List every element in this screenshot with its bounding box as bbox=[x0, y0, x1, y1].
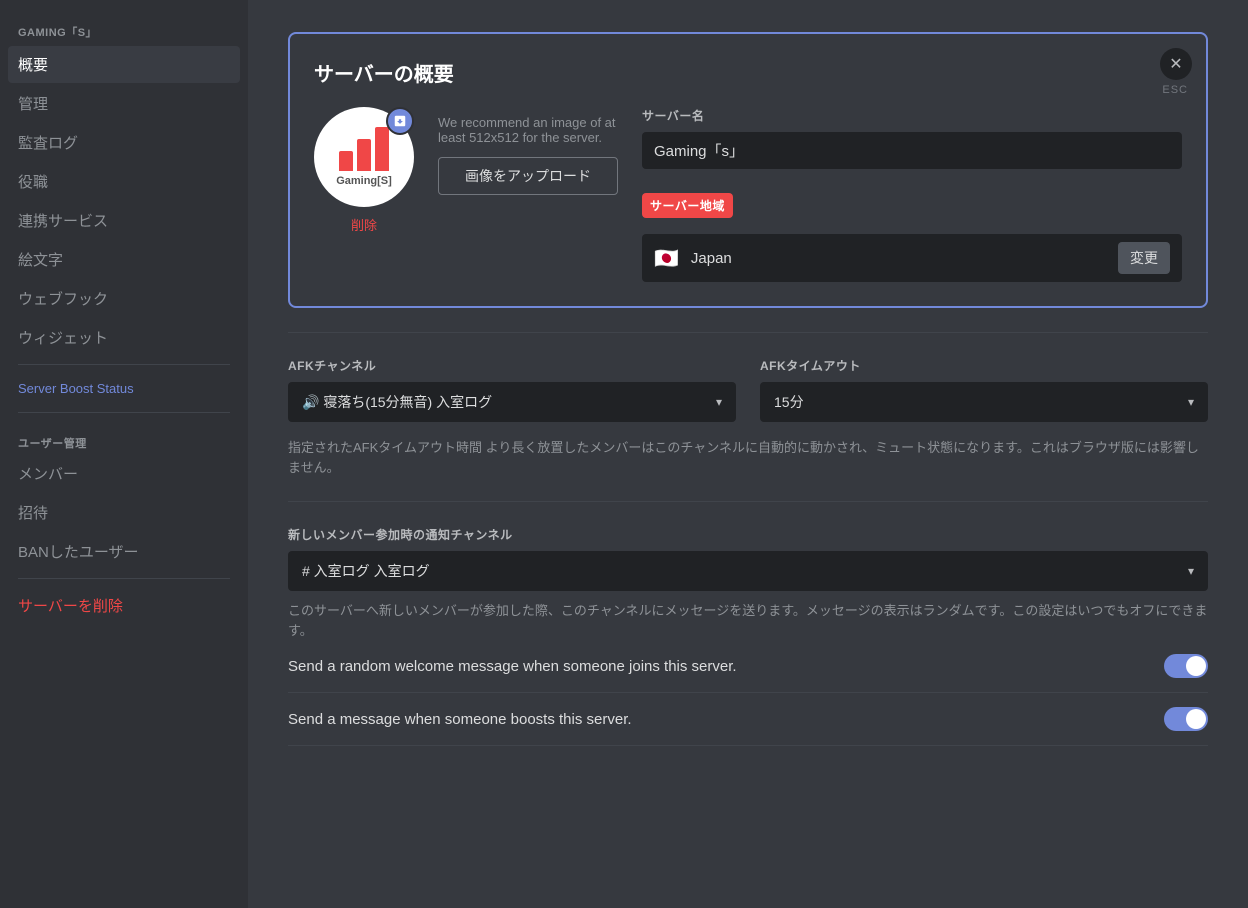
afk-channel-value: 🔊 寝落ち(15分無音) 入室ログ bbox=[302, 392, 492, 412]
sidebar-item-gaiyou[interactable]: 概要 bbox=[8, 46, 240, 83]
esc-label: ESC bbox=[1162, 84, 1188, 96]
server-name-section: サーバー名 サーバー地域 🇯🇵 Japan 変更 bbox=[642, 107, 1182, 282]
toggle-1[interactable] bbox=[1164, 654, 1208, 678]
close-button[interactable]: ✕ bbox=[1160, 48, 1192, 80]
delete-icon-link[interactable]: 削除 bbox=[314, 215, 414, 234]
afk-timeout-chevron-icon: ▾ bbox=[1188, 395, 1194, 409]
sidebar-item-webhook[interactable]: ウェブフック bbox=[8, 280, 240, 317]
toggle-row-2: Send a message when someone boosts this … bbox=[288, 693, 1208, 746]
afk-channel-chevron-icon: ▾ bbox=[716, 395, 722, 409]
image-hint: We recommend an image of at least 512x51… bbox=[438, 115, 618, 145]
sidebar-divider-2 bbox=[18, 412, 230, 413]
bar-1 bbox=[339, 151, 353, 171]
afk-timeout-field: AFKタイムアウト 15分 ▾ bbox=[760, 357, 1208, 422]
afk-timeout-dropdown[interactable]: 15分 ▾ bbox=[760, 382, 1208, 422]
toggle-2-label: Send a message when someone boosts this … bbox=[288, 711, 632, 728]
afk-section-divider bbox=[288, 332, 1208, 333]
afk-channel-label: AFKチャンネル bbox=[288, 357, 736, 374]
afk-timeout-label: AFKタイムアウト bbox=[760, 357, 1208, 374]
upload-icon-button[interactable] bbox=[386, 107, 414, 135]
server-icon-bars bbox=[339, 127, 389, 171]
sidebar-item-renkei[interactable]: 連携サービス bbox=[8, 202, 240, 239]
bar-3 bbox=[375, 127, 389, 171]
toggle-1-label: Send a random welcome message when someo… bbox=[288, 658, 737, 675]
new-member-section: 新しいメンバー参加時の通知チャンネル # 入室ログ 入室ログ ▾ このサーバーへ… bbox=[288, 526, 1208, 746]
sidebar-item-boost[interactable]: Server Boost Status bbox=[8, 373, 240, 404]
new-member-channel-value: # 入室ログ 入室ログ bbox=[302, 561, 430, 581]
sidebar-item-kanri[interactable]: 管理 bbox=[8, 85, 240, 122]
afk-channel-dropdown[interactable]: 🔊 寝落ち(15分無音) 入室ログ ▾ bbox=[288, 382, 736, 422]
upload-image-button[interactable]: 画像をアップロード bbox=[438, 157, 618, 195]
server-icon-label: Gaming[S] bbox=[336, 175, 392, 187]
sidebar-item-members[interactable]: メンバー bbox=[8, 455, 240, 492]
panel-title: サーバーの概要 bbox=[314, 58, 1182, 87]
afk-section-row: AFKチャンネル 🔊 寝落ち(15分無音) 入室ログ ▾ AFKタイムアウト 1… bbox=[288, 357, 1208, 422]
overview-panel-container: サーバーの概要 Gaming[S] bbox=[288, 32, 1208, 308]
new-member-channel-chevron-icon: ▾ bbox=[1188, 564, 1194, 578]
sidebar-divider-3 bbox=[18, 578, 230, 579]
region-row-wrapper: 🇯🇵 Japan 変更 bbox=[642, 234, 1182, 282]
server-name-label: GAMING「S」 bbox=[8, 16, 240, 46]
sidebar: GAMING「S」 概要 管理 監査ログ 役職 連携サービス 絵文字 ウェブフッ… bbox=[0, 0, 248, 908]
bar-2 bbox=[357, 139, 371, 171]
region-row: 🇯🇵 Japan 変更 bbox=[642, 234, 1182, 282]
japan-flag-icon: 🇯🇵 bbox=[654, 246, 679, 271]
overview-body: Gaming[S] 削除 We recommend an image of at… bbox=[314, 107, 1182, 282]
sidebar-item-widget[interactable]: ウィジェット bbox=[8, 319, 240, 356]
new-member-section-divider bbox=[288, 501, 1208, 502]
sidebar-item-delete-server[interactable]: サーバーを削除 bbox=[8, 587, 240, 624]
new-member-channel-dropdown[interactable]: # 入室ログ 入室ログ ▾ bbox=[288, 551, 1208, 591]
sidebar-item-banned[interactable]: BANしたユーザー bbox=[8, 533, 240, 570]
server-region-field-label: サーバー地域 bbox=[642, 193, 733, 218]
server-name-field-label: サーバー名 bbox=[642, 107, 1182, 124]
main-content: サーバーの概要 Gaming[S] bbox=[248, 0, 1248, 908]
region-section: サーバー地域 🇯🇵 Japan 変更 bbox=[642, 193, 1182, 282]
sidebar-item-yakushoku[interactable]: 役職 bbox=[8, 163, 240, 200]
sidebar-item-kansa-log[interactable]: 監査ログ bbox=[8, 124, 240, 161]
user-management-section-label: ユーザー管理 bbox=[8, 421, 240, 455]
server-icon-wrapper: Gaming[S] 削除 bbox=[314, 107, 414, 234]
overview-panel: サーバーの概要 Gaming[S] bbox=[288, 32, 1208, 308]
afk-hint-text: 指定されたAFKタイムアウト時間 より長く放置したメンバーはこのチャンネルに自動… bbox=[288, 438, 1208, 477]
new-member-channel-wrapper: # 入室ログ 入室ログ ▾ bbox=[288, 551, 1208, 591]
toggle-2[interactable] bbox=[1164, 707, 1208, 731]
server-name-input[interactable] bbox=[642, 132, 1182, 169]
change-region-button[interactable]: 変更 bbox=[1118, 242, 1170, 274]
upload-section: We recommend an image of at least 512x51… bbox=[438, 107, 618, 195]
new-member-hint-text: このサーバーへ新しいメンバーが参加した際、このチャンネルにメッセージを送ります。… bbox=[288, 601, 1208, 640]
afk-timeout-value: 15分 bbox=[774, 392, 804, 412]
sidebar-divider-1 bbox=[18, 364, 230, 365]
sidebar-item-invite[interactable]: 招待 bbox=[8, 494, 240, 531]
region-name-label: Japan bbox=[691, 250, 1106, 267]
new-member-section-label: 新しいメンバー参加時の通知チャンネル bbox=[288, 526, 1208, 543]
afk-channel-field: AFKチャンネル 🔊 寝落ち(15分無音) 入室ログ ▾ bbox=[288, 357, 736, 422]
sidebar-item-emoji[interactable]: 絵文字 bbox=[8, 241, 240, 278]
toggle-row-1: Send a random welcome message when someo… bbox=[288, 640, 1208, 693]
